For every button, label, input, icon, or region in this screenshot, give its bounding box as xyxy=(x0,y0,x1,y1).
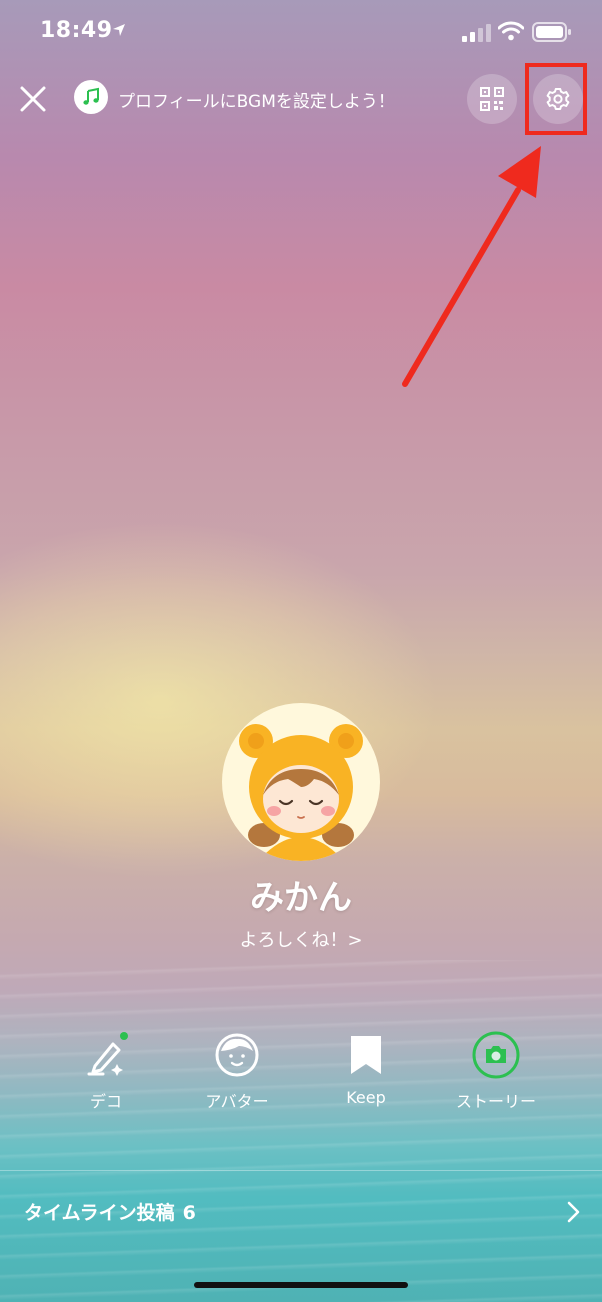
background-waves xyxy=(0,960,602,1302)
keep-label: Keep xyxy=(346,1088,386,1107)
divider xyxy=(0,1170,602,1171)
story-button[interactable]: ストーリー xyxy=(436,1030,556,1112)
camera-icon xyxy=(472,1031,520,1079)
deco-label: デコ xyxy=(89,1092,122,1111)
avatar-label: アバター xyxy=(205,1092,269,1111)
profile-avatar[interactable] xyxy=(222,703,380,861)
keep-button[interactable]: Keep xyxy=(306,1030,426,1107)
profile-screen: 18:49 プロフィールにBGMを設定しよう！ みかん よろしくね！> デコ ア… xyxy=(0,0,602,1302)
timeline-label: タイムライン投稿 6 xyxy=(24,1198,196,1225)
profile-name: みかん xyxy=(250,878,352,918)
bear-hood-character-icon xyxy=(239,724,363,861)
chevron-right-icon xyxy=(567,1201,580,1223)
deco-button[interactable]: デコ xyxy=(46,1030,166,1112)
avatar-face-icon xyxy=(215,1033,259,1077)
timeline-title: タイムライン投稿 xyxy=(24,1202,175,1224)
story-label: ストーリー xyxy=(455,1092,536,1111)
timeline-posts-row[interactable]: タイムライン投稿 6 xyxy=(0,1186,602,1240)
timeline-count: 6 xyxy=(182,1202,196,1224)
status-message[interactable]: よろしくね！> xyxy=(0,926,602,952)
avatar-button[interactable]: アバター xyxy=(177,1030,297,1112)
annotation-arrow xyxy=(402,146,541,387)
bookmark-icon xyxy=(351,1036,381,1074)
pencil-sparkle-icon xyxy=(87,1032,128,1076)
home-indicator xyxy=(194,1282,408,1288)
